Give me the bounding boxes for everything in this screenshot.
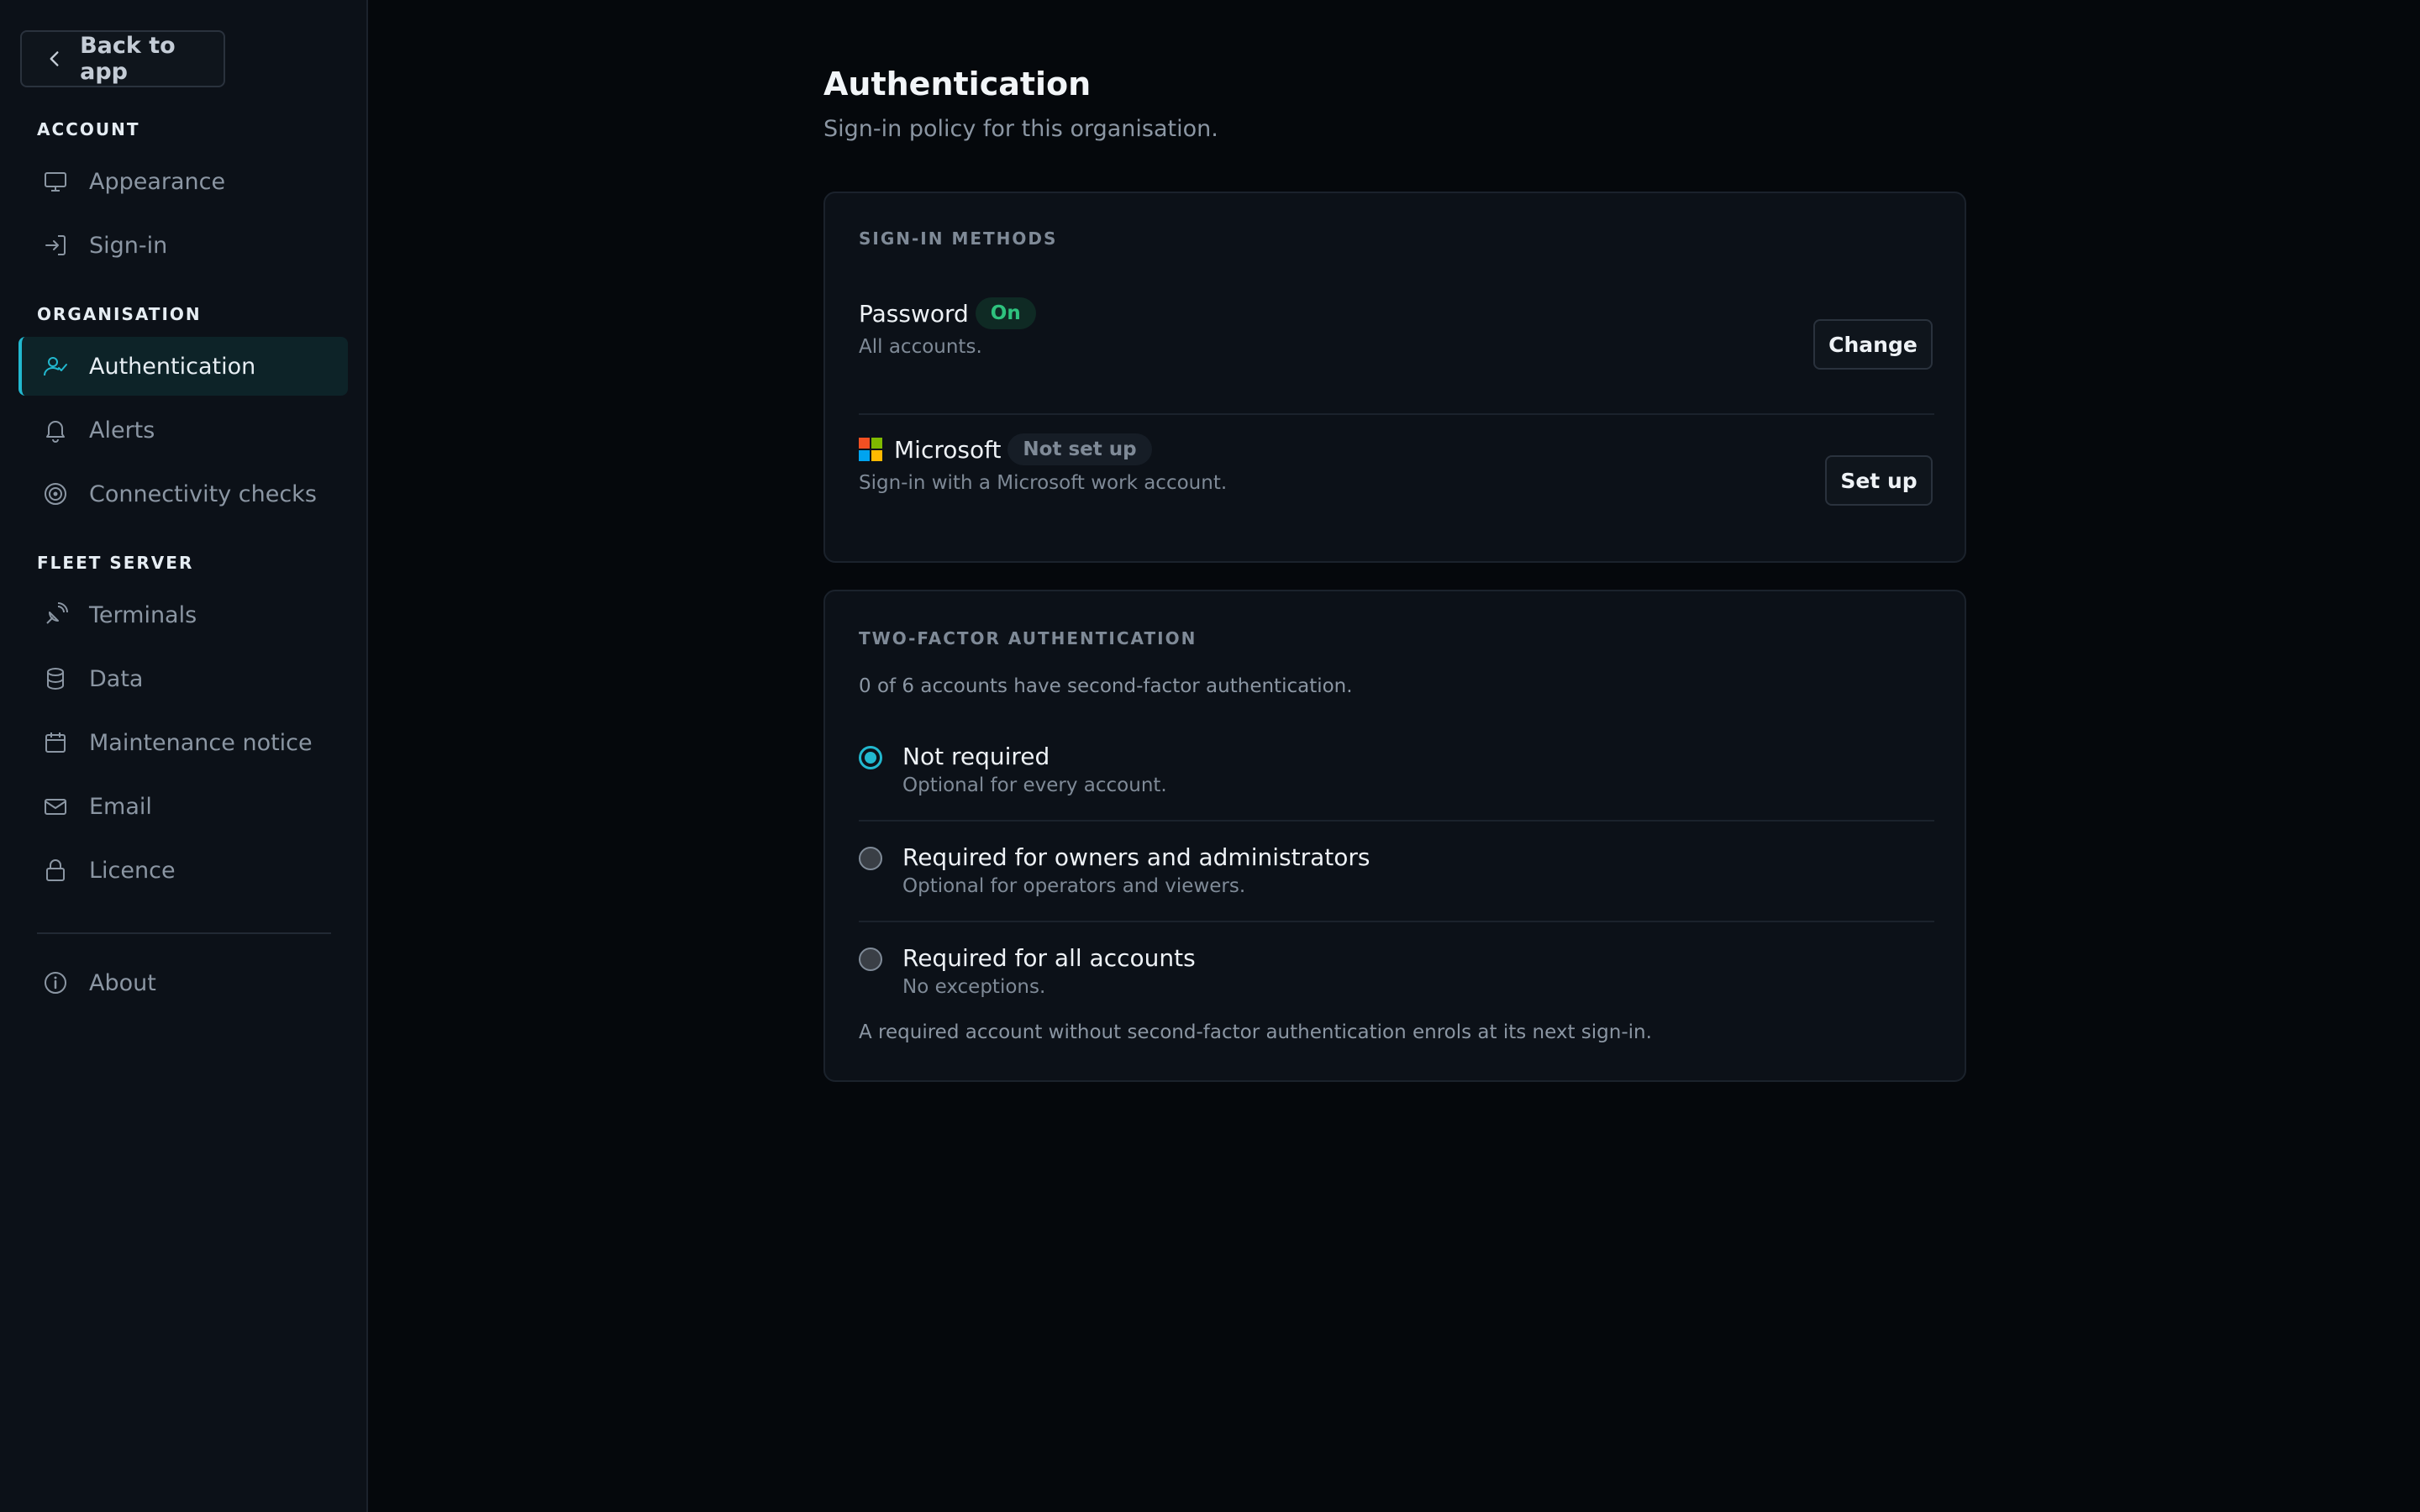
two-factor-card: TWO-FACTOR AUTHENTICATION 0 of 6 account… — [823, 590, 1966, 1082]
password-method-description: All accounts. — [859, 336, 982, 358]
sidebar-item-label: Sign-in — [89, 232, 168, 259]
target-icon — [42, 480, 69, 507]
section-label-fleet-server: FLEET SERVER — [37, 553, 194, 573]
option-desc-not-required: Optional for every account. — [902, 774, 1167, 796]
bell-icon — [42, 417, 69, 444]
sidebar-item-data[interactable]: Data — [18, 649, 348, 708]
sidebar-item-label: Authentication — [89, 353, 256, 380]
password-label: Password — [859, 299, 969, 328]
option-label-required-owners-admins[interactable]: Required for owners and administrators — [902, 843, 1370, 871]
microsoft-label: Microsoft — [894, 435, 1002, 464]
radio-not-required[interactable] — [859, 746, 882, 769]
option-label-required-all[interactable]: Required for all accounts — [902, 944, 1196, 972]
sidebar-item-licence[interactable]: Licence — [18, 841, 348, 900]
lock-icon — [42, 857, 69, 884]
card-heading: TWO-FACTOR AUTHENTICATION — [859, 628, 1197, 648]
radio-required-owners-admins[interactable] — [859, 847, 882, 870]
sidebar-item-label: Maintenance notice — [89, 729, 313, 756]
row-divider — [859, 921, 1934, 922]
info-icon — [42, 969, 69, 996]
page-subtitle: Sign-in policy for this organisation. — [823, 116, 1218, 142]
two-factor-footnote: A required account without second-factor… — [859, 1021, 1652, 1043]
change-password-button[interactable]: Change — [1813, 319, 1933, 370]
sidebar-item-label: Connectivity checks — [89, 480, 317, 507]
sidebar-item-label: About — [89, 969, 156, 996]
back-to-app-label: Back to app — [80, 33, 176, 85]
mail-icon — [42, 793, 69, 820]
satellite-icon — [42, 601, 69, 628]
sidebar-item-alerts[interactable]: Alerts — [18, 401, 348, 459]
settings-sidebar: Back to app ACCOUNT Appearance Sign-in O… — [0, 0, 368, 1512]
sidebar-item-signin[interactable]: Sign-in — [18, 216, 348, 275]
back-to-app-button[interactable]: Back to app — [20, 30, 225, 87]
chevron-left-icon — [50, 51, 59, 66]
sidebar-item-label: Terminals — [89, 601, 197, 628]
login-icon — [42, 232, 69, 259]
row-divider — [859, 413, 1934, 415]
sidebar-item-about[interactable]: About — [18, 953, 348, 1012]
setup-microsoft-button[interactable]: Set up — [1825, 455, 1933, 506]
microsoft-method-description: Sign-in with a Microsoft work account. — [859, 472, 1228, 494]
status-badge: On — [975, 297, 1036, 329]
sidebar-item-email[interactable]: Email — [18, 777, 348, 836]
user-check-icon — [42, 353, 69, 380]
sidebar-item-label: Data — [89, 665, 144, 692]
password-method-name: Password On — [859, 297, 1036, 329]
signin-methods-card: SIGN-IN METHODS Password On All accounts… — [823, 192, 1966, 563]
option-desc-required-owners-admins: Optional for operators and viewers. — [902, 875, 1246, 897]
section-label-organisation: ORGANISATION — [37, 304, 202, 324]
option-label-not-required[interactable]: Not required — [902, 743, 1050, 770]
monitor-icon — [42, 168, 69, 195]
sidebar-item-terminals[interactable]: Terminals — [18, 585, 348, 644]
page-title: Authentication — [823, 66, 1092, 102]
card-heading: SIGN-IN METHODS — [859, 228, 1058, 249]
microsoft-method-name: Microsoft Not set up — [859, 433, 1152, 465]
sidebar-item-appearance[interactable]: Appearance — [18, 152, 348, 211]
sidebar-item-label: Alerts — [89, 417, 155, 444]
sidebar-item-connectivity-checks[interactable]: Connectivity checks — [18, 465, 348, 523]
database-icon — [42, 665, 69, 692]
calendar-icon — [42, 729, 69, 756]
row-divider — [859, 820, 1934, 822]
microsoft-logo-icon — [859, 438, 882, 461]
sidebar-item-label: Licence — [89, 857, 176, 884]
sidebar-item-label: Appearance — [89, 168, 226, 195]
status-badge: Not set up — [1007, 433, 1152, 465]
radio-required-all[interactable] — [859, 948, 882, 971]
option-desc-required-all: No exceptions. — [902, 976, 1046, 998]
sidebar-item-authentication[interactable]: Authentication — [18, 337, 348, 396]
two-factor-summary: 0 of 6 accounts have second-factor authe… — [859, 675, 1353, 697]
sidebar-divider — [37, 932, 331, 934]
sidebar-item-label: Email — [89, 793, 152, 820]
section-label-account: ACCOUNT — [37, 119, 140, 139]
sidebar-item-maintenance-notice[interactable]: Maintenance notice — [18, 713, 348, 772]
